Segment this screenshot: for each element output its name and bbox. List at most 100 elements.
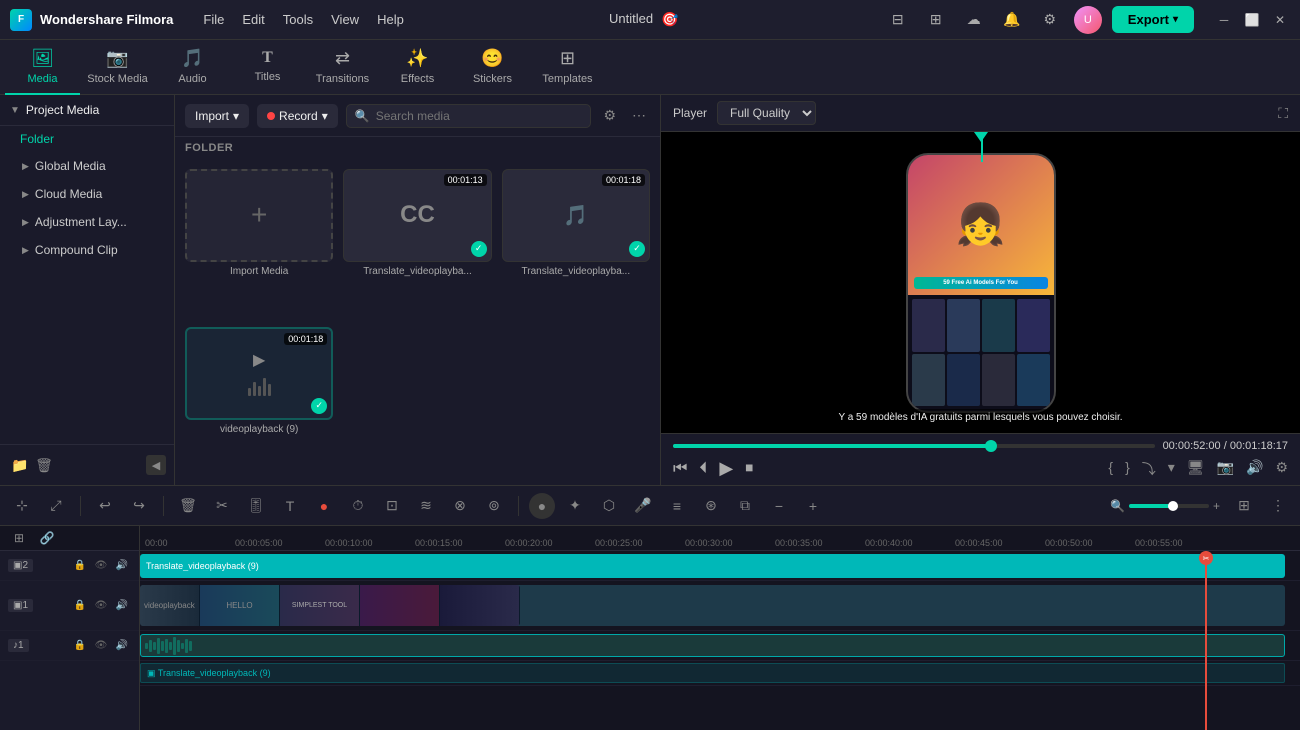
- sidebar-item-adjustment-layer[interactable]: ▶ Adjustment Lay...: [0, 208, 174, 236]
- track-visibility2-icon[interactable]: 👁: [92, 597, 110, 615]
- add-folder-icon[interactable]: 📁: [8, 453, 32, 477]
- audio-button[interactable]: 🎚: [242, 492, 270, 520]
- record-button[interactable]: Record ▾: [257, 104, 338, 128]
- progress-thumb[interactable]: [985, 440, 997, 452]
- add-track-icon[interactable]: ⊞: [8, 527, 30, 549]
- shield-button[interactable]: ⬡: [595, 492, 623, 520]
- import-thumb[interactable]: +: [185, 169, 333, 262]
- volume-icon[interactable]: 🔊: [1246, 459, 1263, 479]
- close-button[interactable]: ✕: [1270, 10, 1290, 30]
- media-item-0[interactable]: 00:01:13 CC ✓ Translate_videoplayba...: [343, 169, 491, 317]
- settings-preview-icon[interactable]: ⚙: [1275, 459, 1288, 479]
- minus-button[interactable]: −: [765, 492, 793, 520]
- link-icon[interactable]: 🔗: [36, 527, 58, 549]
- stop-button[interactable]: ⏹: [745, 460, 753, 478]
- minimize-button[interactable]: ─: [1214, 10, 1234, 30]
- export-button[interactable]: Export ▾: [1112, 6, 1194, 33]
- cut-button[interactable]: ✂: [208, 492, 236, 520]
- plus-button[interactable]: +: [799, 492, 827, 520]
- menu-tools[interactable]: Tools: [283, 12, 313, 27]
- group-button[interactable]: ⧉: [731, 492, 759, 520]
- fullscreen-icon[interactable]: ⛶: [1278, 105, 1288, 122]
- tracks-button[interactable]: ≡: [663, 492, 691, 520]
- select-tool[interactable]: ⊹: [8, 492, 36, 520]
- audio-eq-button[interactable]: ≋: [412, 492, 440, 520]
- track-vol3-icon[interactable]: 🔊: [113, 637, 131, 655]
- settings-icon[interactable]: ⚙: [1036, 6, 1064, 34]
- zoom-out-icon[interactable]: 🔍: [1110, 499, 1125, 513]
- track-volume-icon[interactable]: 🔊: [113, 557, 131, 575]
- tab-stickers[interactable]: 😊 Stickers: [455, 40, 530, 95]
- tab-transitions[interactable]: ⇄ Transitions: [305, 40, 380, 95]
- effects-tl-button[interactable]: ⊗: [446, 492, 474, 520]
- insert-icon[interactable]: ⤵: [1142, 459, 1156, 479]
- more-options-icon[interactable]: ⋯: [628, 103, 650, 128]
- media-thumb-2[interactable]: 00:01:18 ▶ ✓: [185, 327, 333, 420]
- play-button[interactable]: ▶: [719, 458, 733, 479]
- media-item-1[interactable]: 00:01:18 🎵 ✓ Translate_videoplayba...: [502, 169, 650, 317]
- delete-button[interactable]: 🗑: [174, 492, 202, 520]
- cloud-icon[interactable]: ☁: [960, 6, 988, 34]
- track-clip-video2[interactable]: Translate_videoplayback (9): [140, 554, 1285, 578]
- tab-media[interactable]: 🖼 Media: [5, 40, 80, 95]
- render-icon[interactable]: 🖥: [1187, 459, 1205, 479]
- menu-edit[interactable]: Edit: [242, 12, 264, 27]
- tab-audio[interactable]: 🎵 Audio: [155, 40, 230, 95]
- append-icon[interactable]: ▾: [1168, 459, 1175, 479]
- monitor-icon[interactable]: ⊟: [884, 6, 912, 34]
- snapshot-icon[interactable]: 📷: [1217, 459, 1234, 479]
- sidebar-item-folder[interactable]: Folder: [0, 126, 174, 152]
- track-lock2-icon[interactable]: 🔒: [71, 597, 89, 615]
- import-button[interactable]: Import ▾: [185, 104, 249, 128]
- import-media-item[interactable]: + Import Media: [185, 169, 333, 317]
- text-button[interactable]: T: [276, 492, 304, 520]
- media-thumb-1[interactable]: 00:01:18 🎵 ✓: [502, 169, 650, 262]
- step-back-button[interactable]: ⏴: [699, 460, 707, 478]
- crop-button[interactable]: ⊡: [378, 492, 406, 520]
- ripple-tool[interactable]: ⤢: [42, 492, 70, 520]
- media-item-2[interactable]: 00:01:18 ▶ ✓ videoplayback (9): [185, 327, 333, 475]
- color-button[interactable]: ●: [310, 492, 338, 520]
- filter-icon[interactable]: ⚙: [599, 103, 620, 128]
- track-volume2-icon[interactable]: 🔊: [113, 597, 131, 615]
- sidebar-item-compound-clip[interactable]: ▶ Compound Clip: [0, 236, 174, 264]
- mark-in-icon[interactable]: {: [1108, 459, 1113, 479]
- maximize-button[interactable]: ⬜: [1242, 10, 1262, 30]
- progress-track[interactable]: [673, 444, 1155, 448]
- compound-button[interactable]: ⊚: [480, 492, 508, 520]
- sidebar-item-global-media[interactable]: ▶ Global Media: [0, 152, 174, 180]
- menu-help[interactable]: Help: [377, 12, 404, 27]
- track-visibility-icon[interactable]: 👁: [92, 557, 110, 575]
- ai-button[interactable]: ⊛: [697, 492, 725, 520]
- track-lock-icon[interactable]: 🔒: [71, 557, 89, 575]
- grid-icon[interactable]: ⊞: [922, 6, 950, 34]
- tab-templates[interactable]: ⊞ Templates: [530, 40, 605, 95]
- sparkle-button[interactable]: ✦: [561, 492, 589, 520]
- tab-titles[interactable]: T Titles: [230, 40, 305, 95]
- quality-select[interactable]: Full Quality: [717, 101, 816, 125]
- sidebar-item-cloud-media[interactable]: ▶ Cloud Media: [0, 180, 174, 208]
- more-tl-options[interactable]: ⋮: [1264, 492, 1292, 520]
- speed-button[interactable]: ⏱: [344, 492, 372, 520]
- mic-button[interactable]: 🎤: [629, 492, 657, 520]
- layout-button[interactable]: ⊞: [1230, 492, 1258, 520]
- tab-effects[interactable]: ✨ Effects: [380, 40, 455, 95]
- rewind-button[interactable]: ⏮: [673, 460, 687, 478]
- track-mute-icon[interactable]: 🔒: [71, 637, 89, 655]
- avatar[interactable]: U: [1074, 6, 1102, 34]
- notification-icon[interactable]: 🔔: [998, 6, 1026, 34]
- redo-button[interactable]: ↪: [125, 492, 153, 520]
- mark-out-icon[interactable]: }: [1125, 459, 1130, 479]
- mode-circle-button[interactable]: ●: [529, 493, 555, 519]
- tab-stock-media[interactable]: 📷 Stock Media: [80, 40, 155, 95]
- zoom-bar[interactable]: [1129, 504, 1209, 508]
- collapse-panel-button[interactable]: ◀: [146, 455, 166, 475]
- menu-view[interactable]: View: [331, 12, 359, 27]
- zoom-in-icon[interactable]: +: [1213, 499, 1220, 513]
- undo-button[interactable]: ↩: [91, 492, 119, 520]
- track-clip-extra[interactable]: ▣ Translate_videoplayback (9): [140, 663, 1285, 683]
- search-input[interactable]: [376, 109, 583, 123]
- project-media-header[interactable]: ▼ Project Media: [0, 95, 174, 126]
- delete-icon[interactable]: 🗑: [32, 453, 56, 477]
- track-clip-video1[interactable]: videoplayback HELLO SIMPLEST TOOL: [140, 585, 1285, 626]
